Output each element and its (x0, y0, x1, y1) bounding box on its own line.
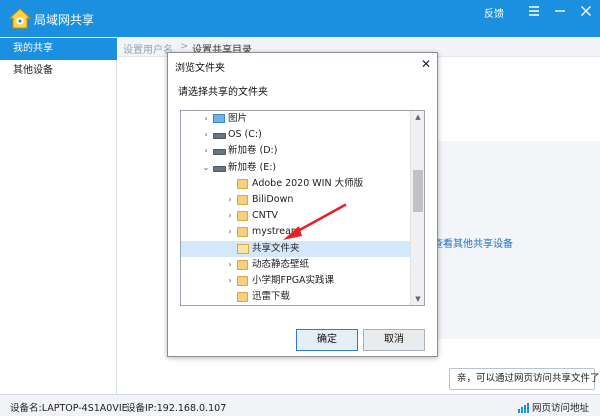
dialog-title: 浏览文件夹 (175, 63, 225, 74)
tree-row[interactable]: › 小学期FPGA实践课 (181, 273, 410, 289)
chevron-right-icon[interactable]: › (225, 208, 235, 224)
tree-row-label: 小学期FPGA实践课 (252, 275, 335, 286)
tree-row[interactable]: › 动态静态壁纸 (181, 257, 410, 273)
drive-icon (213, 165, 226, 172)
chevron-right-icon[interactable]: › (201, 127, 211, 143)
folder-tree[interactable]: › 图片 › OS (C:) › 新加卷 (D:) ⌄ 新加卷 (E:) Adobe 2020 … (180, 110, 425, 306)
tree-row-label: Adobe 2020 WIN 大师版 (252, 177, 364, 189)
menu-icon[interactable] (525, 2, 543, 20)
chevron-right-icon[interactable]: › (225, 224, 235, 240)
tree-row[interactable]: › 新加卷 (D:) (181, 143, 410, 159)
tree-row-label: 新加卷 (D:) (228, 145, 278, 157)
breadcrumb-separator: > (180, 41, 189, 52)
scroll-up-icon[interactable]: ▲ (411, 111, 424, 123)
web-access-tooltip: 亲，可以通过网页访问共享文件了？ (449, 368, 600, 390)
signal-icon (518, 403, 529, 413)
tree-row[interactable]: › 新加卷 (F:) (181, 305, 410, 306)
folder-icon (237, 211, 248, 222)
chevron-right-icon[interactable]: › (201, 111, 211, 127)
tree-row-label: 新加卷 (F:) (228, 305, 275, 306)
app-title: 局域网共享 (34, 13, 95, 27)
folder-open-icon (237, 243, 249, 254)
minimize-icon[interactable] (551, 2, 569, 20)
view-other-devices-link[interactable]: 查看其他共享设备 (433, 235, 513, 250)
tree-row-label: 动态静态壁纸 (252, 258, 310, 270)
system-drive-icon (213, 133, 226, 140)
web-access-label: 网页访问地址 (532, 403, 590, 414)
tree-row-label: 共享文件夹 (252, 242, 300, 254)
folder-icon (237, 276, 248, 286)
tree-row[interactable]: 迅雷下载 (181, 289, 410, 305)
scroll-thumb[interactable] (413, 170, 423, 212)
chevron-right-icon[interactable]: › (225, 273, 235, 289)
dialog-close-icon[interactable]: ✕ (416, 55, 436, 73)
chevron-right-icon[interactable]: › (201, 305, 211, 306)
feedback-link[interactable]: 反馈 (484, 5, 504, 20)
chevron-right-icon[interactable]: › (201, 143, 211, 159)
app-logo-icon (8, 8, 32, 29)
breadcrumb-step-username: 设置用户名 (123, 45, 173, 56)
dialog-prompt: 请选择共享的文件夹 (178, 87, 268, 98)
folder-icon (237, 292, 248, 303)
tree-row[interactable]: › mystream (181, 224, 410, 240)
folder-icon (237, 259, 248, 270)
status-bar: 设备名:LAPTOP-4S1A0VIE 设备IP:192.168.0.107 网… (0, 394, 600, 416)
folder-icon (237, 227, 248, 238)
chevron-down-icon[interactable]: ⌄ (201, 160, 211, 176)
folder-icon (237, 195, 248, 205)
chevron-right-icon[interactable]: › (225, 192, 235, 208)
chevron-placeholder (225, 241, 235, 257)
ok-button[interactable]: 确定 (296, 329, 358, 351)
tree-row-label: 图片 (228, 113, 248, 124)
tree-row-label: 新加卷 (E:) (228, 161, 277, 173)
cancel-button[interactable]: 取消 (363, 329, 425, 351)
tree-row-label: 迅雷下载 (252, 291, 291, 303)
device-ip: 设备IP:192.168.0.107 (126, 403, 227, 414)
chevron-placeholder (225, 176, 235, 192)
tree-row[interactable]: › CNTV (181, 208, 410, 224)
tree-row-label: mystream (252, 226, 301, 238)
browse-folder-dialog: 浏览文件夹 ✕ 请选择共享的文件夹 › 图片 › OS (C:) › 新加卷 (D:) ⌄ 新… (167, 52, 438, 357)
tree-row[interactable]: 共享文件夹 (181, 240, 410, 257)
title-bar: 局域网共享 反馈 (0, 0, 600, 37)
pictures-icon (213, 114, 225, 123)
folder-icon (237, 178, 248, 189)
tooltip-text: 亲，可以通过网页访问共享文件了？ (457, 373, 600, 384)
close-icon[interactable] (577, 2, 595, 20)
tree-row[interactable]: › OS (C:) (181, 127, 410, 143)
sidebar-item-label: 我的共享 (13, 43, 53, 54)
tree-row[interactable]: › 图片 (181, 111, 410, 127)
tree-row[interactable]: ⌄ 新加卷 (E:) (181, 160, 410, 176)
tree-row[interactable]: Adobe 2020 WIN 大师版 (181, 176, 410, 192)
scroll-down-icon[interactable]: ▼ (411, 293, 424, 305)
chevron-right-icon[interactable]: › (225, 257, 235, 273)
sidebar-item-my-share[interactable]: 我的共享 (0, 38, 117, 60)
sidebar: 我的共享 其他设备 (0, 37, 117, 394)
tree-row-label: OS (C:) (228, 129, 262, 141)
device-name: 设备名:LAPTOP-4S1A0VIE (10, 403, 128, 414)
tree-scrollbar[interactable]: ▲ ▼ (410, 111, 424, 305)
drive-icon (213, 149, 226, 156)
chevron-placeholder (225, 289, 235, 305)
sidebar-item-label: 其他设备 (13, 65, 53, 76)
tree-row-label: CNTV (252, 210, 279, 222)
tree-row-label: BiliDown (252, 194, 294, 205)
sidebar-item-other-devices[interactable]: 其他设备 (0, 60, 117, 82)
tree-row[interactable]: › BiliDown (181, 192, 410, 208)
